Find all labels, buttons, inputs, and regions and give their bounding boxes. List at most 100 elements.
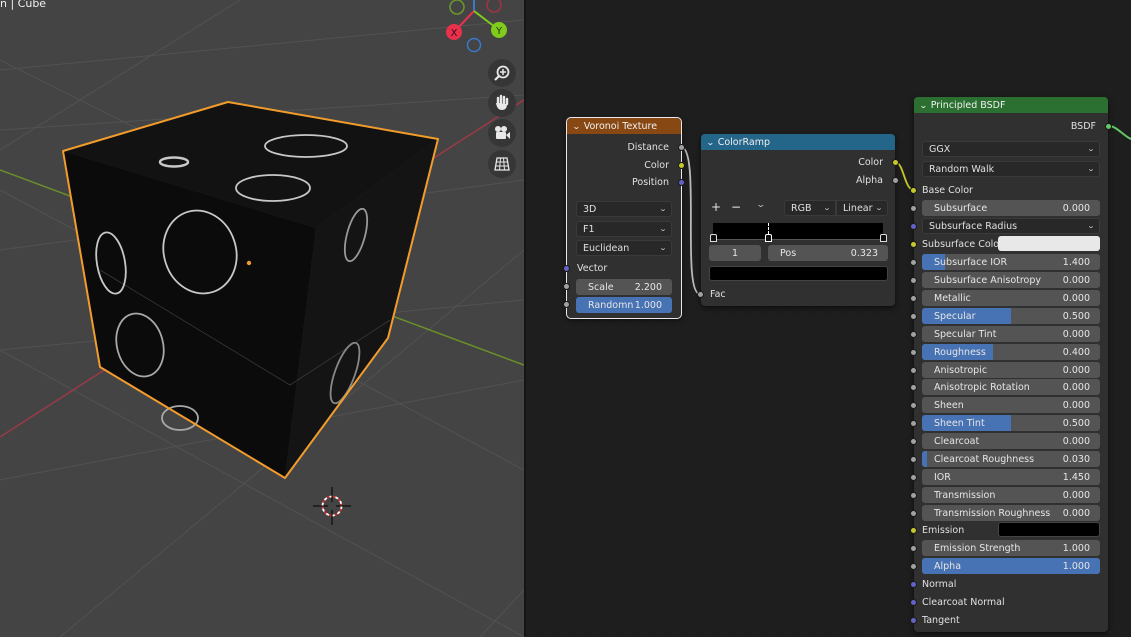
navigation-gizmo[interactable]: X Y xyxy=(438,0,512,57)
socket-tangent[interactable] xyxy=(910,616,917,624)
shader-node-editor[interactable]: ⌄ Voronoi Texture Distance Color Positio… xyxy=(526,0,1131,637)
interpolation-dropdown[interactable]: Linear ⌄ xyxy=(836,200,888,216)
subsurface-anisotropy-slider[interactable]: Subsurface Anisotropy 0.000 xyxy=(922,272,1100,288)
input-subsurface-anisotropy: Subsurface Anisotropy 0.000 xyxy=(910,271,1108,289)
specular-tint-slider[interactable]: Specular Tint 0.000 xyxy=(922,326,1100,342)
socket-metallic[interactable] xyxy=(910,294,917,302)
subsurface-radius-dropdown[interactable]: Subsurface Radius ⌄ xyxy=(922,218,1100,234)
socket-sheen-tint[interactable] xyxy=(910,419,917,427)
node-header[interactable]: ⌄ Principled BSDF xyxy=(914,97,1108,113)
socket-roughness[interactable] xyxy=(910,348,917,356)
active-stop-index-field[interactable]: 1 xyxy=(709,245,761,261)
node-header[interactable]: ⌄ ColorRamp xyxy=(701,134,895,150)
ior-slider[interactable]: IOR 1.450 xyxy=(922,469,1100,485)
color-stop-2[interactable] xyxy=(880,234,887,242)
socket-subsurface-anisotropy[interactable] xyxy=(910,276,917,284)
socket-vector[interactable] xyxy=(563,264,570,272)
collapse-chevron-icon[interactable]: ⌄ xyxy=(919,101,928,110)
scale-slider[interactable]: Scale 2.200 xyxy=(576,279,672,295)
socket-alpha[interactable] xyxy=(892,176,899,184)
color-stop-1-active[interactable] xyxy=(764,234,772,242)
socket-alpha[interactable] xyxy=(910,562,917,570)
sheen-slider[interactable]: Sheen 0.000 xyxy=(922,397,1100,413)
subsurface-slider[interactable]: Subsurface 0.000 xyxy=(922,200,1100,216)
node-header[interactable]: ⌄ Voronoi Texture xyxy=(567,118,681,134)
cube-object[interactable] xyxy=(62,101,439,479)
socket-subsurface[interactable] xyxy=(910,204,917,212)
collapse-chevron-icon[interactable]: ⌄ xyxy=(572,122,581,131)
roughness-slider[interactable]: Roughness 0.400 xyxy=(922,344,1100,360)
socket-emission[interactable] xyxy=(910,526,917,534)
socket-fac[interactable] xyxy=(697,290,704,298)
emission-color-swatch[interactable] xyxy=(998,522,1100,537)
add-stop-button[interactable]: + xyxy=(711,200,721,214)
stop-color-swatch[interactable] xyxy=(709,266,888,281)
node-principled-bsdf[interactable]: ⌄ Principled BSDF BSDF GGX ⌄ Random Walk ⌄… xyxy=(910,97,1112,632)
socket-position[interactable] xyxy=(678,178,685,186)
specular-slider[interactable]: Specular 0.500 xyxy=(922,308,1100,324)
subsurface-method-dropdown[interactable]: Random Walk ⌄ xyxy=(922,161,1100,177)
socket-color[interactable] xyxy=(892,158,899,166)
clearcoat-slider[interactable]: Clearcoat 0.000 xyxy=(922,433,1100,449)
anisotropic-slider[interactable]: Anisotropic 0.000 xyxy=(922,362,1100,378)
anisotropic-rotation-slider[interactable]: Anisotropic Rotation 0.000 xyxy=(922,379,1100,395)
metallic-slider[interactable]: Metallic 0.000 xyxy=(922,290,1100,306)
socket-randomness[interactable] xyxy=(563,301,570,308)
socket-subsurface-color[interactable] xyxy=(910,240,917,248)
toggle-ortho-button[interactable] xyxy=(488,150,516,178)
socket-base-color[interactable] xyxy=(910,186,917,194)
collapse-chevron-icon[interactable]: ⌄ xyxy=(706,138,715,147)
3d-viewport[interactable]: n | Cube X Y xyxy=(0,0,524,637)
transmission-roughness-slider[interactable]: Transmission Roughness 0.000 xyxy=(922,505,1100,521)
chevron-down-icon: ⌄ xyxy=(1086,145,1096,153)
sheen-tint-slider[interactable]: Sheen Tint 0.500 xyxy=(922,415,1100,431)
socket-anisotropic[interactable] xyxy=(910,366,917,374)
gizmo-neg-z[interactable] xyxy=(466,37,482,53)
3d-cursor[interactable] xyxy=(313,487,351,525)
gizmo-neg-x[interactable] xyxy=(486,0,502,13)
socket-scale[interactable] xyxy=(563,283,570,290)
socket-specular[interactable] xyxy=(910,312,917,320)
socket-emission-strength[interactable] xyxy=(910,544,917,552)
distribution-dropdown[interactable]: GGX ⌄ xyxy=(922,141,1100,157)
randomness-slider[interactable]: Randomn 1.000 xyxy=(576,297,672,313)
color-ramp-gradient[interactable] xyxy=(710,223,887,242)
socket-distance[interactable] xyxy=(678,143,685,151)
hand-pan-icon xyxy=(496,94,509,110)
socket-normal[interactable] xyxy=(910,580,917,588)
stop-position-field[interactable]: Pos 0.323 xyxy=(768,245,888,261)
color-stop-0[interactable] xyxy=(710,234,717,242)
distance-metric-dropdown[interactable]: Euclidean ⌄ xyxy=(576,240,672,256)
socket-specular-tint[interactable] xyxy=(910,330,917,338)
ramp-menu-button[interactable]: ⌄ xyxy=(755,200,766,210)
socket-color[interactable] xyxy=(678,161,685,169)
zoom-button[interactable] xyxy=(488,59,516,87)
input-specular-tint: Specular Tint 0.000 xyxy=(910,325,1108,343)
remove-stop-button[interactable]: − xyxy=(731,200,741,214)
socket-bsdf[interactable] xyxy=(1105,122,1112,130)
node-colorramp[interactable]: ⌄ ColorRamp Color Alpha + − ⌄ RGB ⌄ Linea… xyxy=(697,134,899,306)
pan-button[interactable] xyxy=(488,89,516,117)
clearcoat-roughness-slider[interactable]: Clearcoat Roughness 0.030 xyxy=(922,451,1100,467)
subsurface-ior-slider[interactable]: Subsurface IOR 1.400 xyxy=(922,254,1100,270)
subsurface-color-swatch[interactable] xyxy=(998,236,1100,251)
socket-anisotropic-rotation[interactable] xyxy=(910,383,917,391)
socket-clearcoat-roughness[interactable] xyxy=(910,455,917,463)
dimensions-dropdown[interactable]: 3D ⌄ xyxy=(576,201,672,217)
alpha-slider[interactable]: Alpha 1.000 xyxy=(922,558,1100,574)
feature-dropdown[interactable]: F1 ⌄ xyxy=(576,221,672,237)
gizmo-neg-y[interactable] xyxy=(449,0,465,15)
socket-clearcoat-normal[interactable] xyxy=(910,598,917,606)
transmission-slider[interactable]: Transmission 0.000 xyxy=(922,487,1100,503)
socket-clearcoat[interactable] xyxy=(910,437,917,445)
socket-subsurface-ior[interactable] xyxy=(910,258,917,266)
node-voronoi-texture[interactable]: ⌄ Voronoi Texture Distance Color Positio… xyxy=(563,117,685,319)
emission-strength-slider[interactable]: Emission Strength 1.000 xyxy=(922,540,1100,556)
socket-subsurface-radius[interactable] xyxy=(910,222,917,230)
socket-ior[interactable] xyxy=(910,473,917,481)
socket-transmission-roughness[interactable] xyxy=(910,509,917,517)
socket-transmission[interactable] xyxy=(910,491,917,499)
camera-view-button[interactable] xyxy=(488,119,516,147)
socket-sheen[interactable] xyxy=(910,401,917,409)
color-mode-dropdown[interactable]: RGB ⌄ xyxy=(784,200,836,216)
